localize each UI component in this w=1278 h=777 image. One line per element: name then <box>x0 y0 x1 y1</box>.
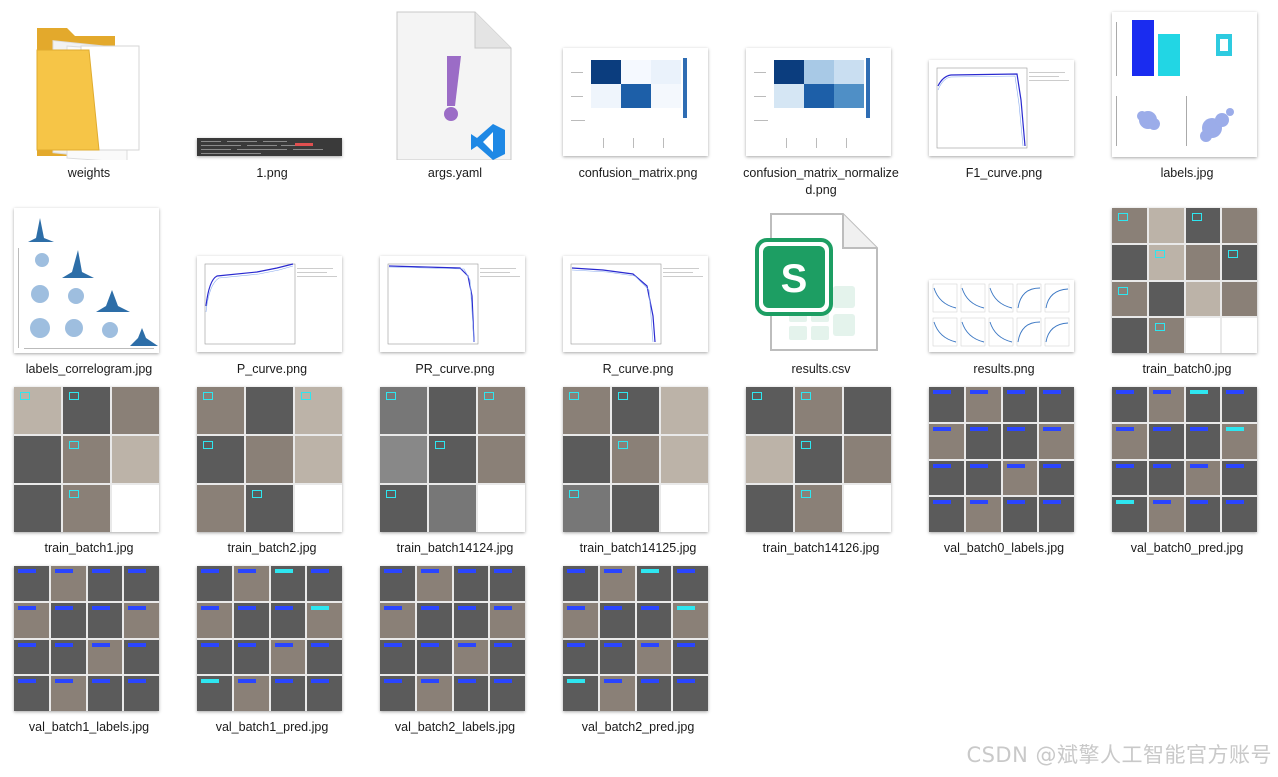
image-thumbnail <box>9 206 169 356</box>
file-item-train-batch2[interactable]: train_batch2.jpg <box>192 385 352 555</box>
watermark: CSDN @斌擎人工智能官方账号 <box>966 743 1272 767</box>
file-item-train-batch0[interactable]: train_batch0.jpg <box>1107 206 1267 376</box>
file-item-labels-correlogram[interactable]: labels_correlogram.jpg <box>9 206 169 376</box>
file-name: args.yaml <box>427 166 483 180</box>
file-name: weights <box>67 166 111 180</box>
image-thumbnail <box>9 385 169 535</box>
image-thumbnail <box>192 206 352 356</box>
image-thumbnail <box>9 564 169 714</box>
file-item-train-batch14124[interactable]: train_batch14124.jpg <box>375 385 535 555</box>
file-item-val-batch2-labels[interactable]: val_batch2_labels.jpg <box>375 564 535 734</box>
file-name: val_batch2_pred.jpg <box>581 720 695 734</box>
folder-icon <box>9 10 169 160</box>
file-name: results.csv <box>791 362 851 376</box>
file-name: train_batch14124.jpg <box>396 541 514 555</box>
file-item-1-png[interactable]: 1.png <box>192 10 352 180</box>
image-thumbnail <box>741 10 901 160</box>
file-name: P_curve.png <box>236 362 308 376</box>
file-item-val-batch1-labels[interactable]: val_batch1_labels.jpg <box>9 564 169 734</box>
file-name: confusion_matrix.png <box>578 166 698 180</box>
spreadsheet-file-icon: S <box>741 206 901 356</box>
image-thumbnail <box>1107 385 1267 535</box>
file-name: results.png <box>973 362 1035 376</box>
image-thumbnail <box>558 385 718 535</box>
image-thumbnail <box>375 206 535 356</box>
file-name: val_batch0_pred.jpg <box>1130 541 1244 555</box>
file-item-labels[interactable]: labels.jpg <box>1107 10 1267 180</box>
image-thumbnail <box>558 10 718 160</box>
file-name: labels.jpg <box>1160 166 1214 180</box>
file-name: train_batch14125.jpg <box>579 541 697 555</box>
file-item-results-csv[interactable]: S results.csv <box>741 206 901 376</box>
file-name: train_batch0.jpg <box>1142 362 1232 376</box>
file-item-confusion-matrix-normalized[interactable]: confusion_matrix_normalized.png <box>741 10 901 197</box>
file-name: 1.png <box>256 166 288 180</box>
file-item-val-batch0-pred[interactable]: val_batch0_pred.jpg <box>1107 385 1267 555</box>
image-thumbnail <box>192 564 352 714</box>
image-thumbnail <box>924 206 1084 356</box>
file-name: val_batch2_labels.jpg <box>394 720 516 734</box>
file-item-args-yaml[interactable]: args.yaml <box>375 10 535 180</box>
file-name: train_batch2.jpg <box>227 541 317 555</box>
file-name: R_curve.png <box>602 362 674 376</box>
image-thumbnail <box>558 564 718 714</box>
file-item-confusion-matrix[interactable]: confusion_matrix.png <box>558 10 718 180</box>
file-name: confusion_matrix_normalized.png <box>743 166 899 197</box>
image-thumbnail <box>375 385 535 535</box>
svg-text:S: S <box>781 257 808 301</box>
file-item-p-curve[interactable]: P_curve.png <box>192 206 352 376</box>
file-name: PR_curve.png <box>415 362 495 376</box>
file-item-train-batch14125[interactable]: train_batch14125.jpg <box>558 385 718 555</box>
file-name: labels_correlogram.jpg <box>25 362 153 376</box>
file-item-val-batch1-pred[interactable]: val_batch1_pred.jpg <box>192 564 352 734</box>
yaml-file-icon <box>375 10 535 160</box>
file-item-weights[interactable]: weights <box>9 10 169 180</box>
file-name: val_batch1_labels.jpg <box>28 720 150 734</box>
file-item-val-batch2-pred[interactable]: val_batch2_pred.jpg <box>558 564 718 734</box>
file-name: train_batch1.jpg <box>44 541 134 555</box>
image-thumbnail <box>192 10 352 160</box>
file-item-train-batch1[interactable]: train_batch1.jpg <box>9 385 169 555</box>
image-thumbnail <box>192 385 352 535</box>
image-thumbnail <box>741 385 901 535</box>
file-name: train_batch14126.jpg <box>762 541 880 555</box>
file-item-r-curve[interactable]: R_curve.png <box>558 206 718 376</box>
file-item-results-png[interactable]: results.png <box>924 206 1084 376</box>
file-name: val_batch0_labels.jpg <box>943 541 1065 555</box>
file-name: F1_curve.png <box>965 166 1043 180</box>
file-item-val-batch0-labels[interactable]: val_batch0_labels.jpg <box>924 385 1084 555</box>
file-item-pr-curve[interactable]: PR_curve.png <box>375 206 535 376</box>
file-item-f1-curve[interactable]: F1_curve.png <box>924 10 1084 180</box>
image-thumbnail <box>1107 206 1267 356</box>
image-thumbnail <box>924 385 1084 535</box>
image-thumbnail <box>1107 10 1267 160</box>
file-name: val_batch1_pred.jpg <box>215 720 329 734</box>
file-item-train-batch14126[interactable]: train_batch14126.jpg <box>741 385 901 555</box>
image-thumbnail <box>375 564 535 714</box>
image-thumbnail <box>924 10 1084 160</box>
image-thumbnail <box>558 206 718 356</box>
